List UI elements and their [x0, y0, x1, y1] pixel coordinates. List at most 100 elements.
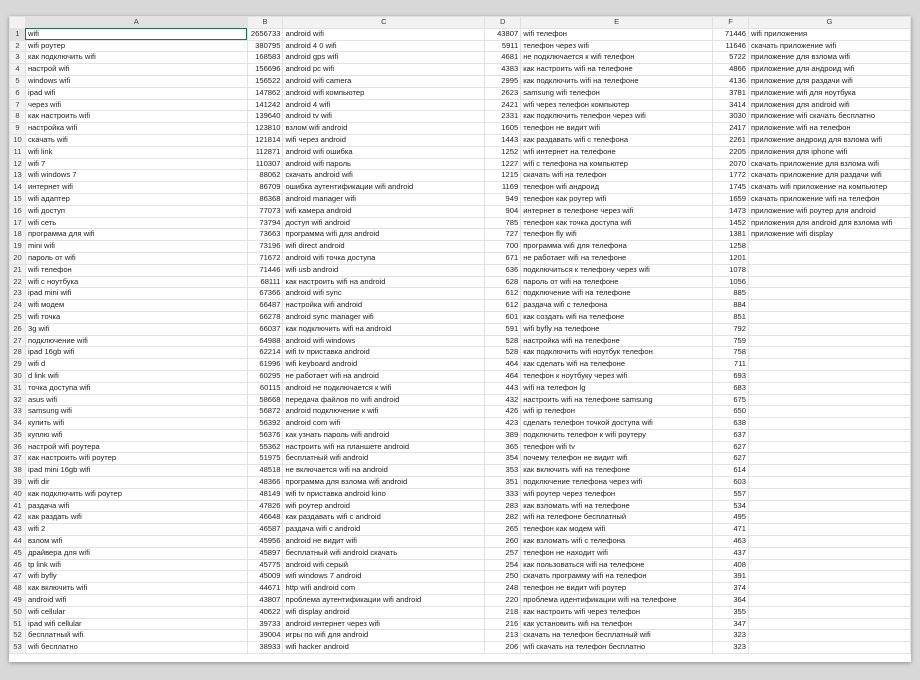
cell-a[interactable]: куплю wifi [24, 428, 248, 442]
cell-g[interactable] [748, 428, 911, 442]
cell-f[interactable]: 1201 [712, 251, 749, 265]
cell-c[interactable]: android wifi точка доступа [282, 251, 486, 265]
cell-d[interactable]: 727 [484, 228, 522, 242]
cell-a[interactable]: как настроить wifi роутер [24, 452, 248, 466]
cell-a[interactable]: wifi windows 7 [24, 169, 248, 183]
cell-g[interactable] [748, 263, 911, 277]
cell-c[interactable]: раздача wifi с android [282, 523, 486, 537]
column-header-e[interactable]: E [520, 16, 714, 29]
cell-d[interactable]: 591 [484, 322, 522, 336]
cell-e[interactable]: настройка wifi на телефоне [520, 334, 714, 348]
cell-b[interactable]: 66278 [246, 310, 284, 324]
cell-e[interactable]: как создать wifi на телефоне [520, 310, 714, 324]
row-number[interactable]: 6 [9, 86, 26, 100]
row-number[interactable]: 12 [9, 157, 26, 171]
cell-a[interactable]: ipad wifi [24, 86, 248, 100]
row-number[interactable]: 18 [9, 228, 26, 242]
cell-e[interactable]: wifi byfly на телефоне [520, 322, 714, 336]
cell-d[interactable]: 351 [484, 476, 522, 489]
cell-a[interactable]: wifi 2 [24, 523, 248, 537]
cell-f[interactable]: 463 [712, 535, 749, 548]
cell-d[interactable]: 2623 [484, 86, 522, 100]
cell-b[interactable]: 48149 [246, 487, 284, 501]
cell-a[interactable]: wifi сеть [24, 216, 248, 230]
cell-g[interactable]: скачать приложение для раздачи wifi [748, 169, 911, 183]
cell-g[interactable] [748, 358, 911, 371]
cell-b[interactable]: 46587 [246, 523, 284, 537]
cell-b[interactable]: 121814 [246, 133, 284, 147]
row-number[interactable]: 32 [9, 393, 26, 407]
row-number[interactable]: 42 [9, 511, 26, 525]
cell-e[interactable]: wifi через телефон компьютер [520, 98, 714, 112]
row-number[interactable]: 10 [9, 133, 26, 147]
cell-b[interactable]: 141242 [246, 98, 284, 112]
cell-c[interactable]: android wifi компьютер [282, 86, 486, 100]
cell-d[interactable]: 254 [484, 558, 522, 572]
cell-a[interactable]: взлом wifi [24, 535, 248, 548]
cell-g[interactable] [748, 405, 911, 419]
cell-a[interactable]: ipad wifi cellular [24, 617, 248, 631]
row-number[interactable]: 13 [9, 169, 26, 183]
row-number[interactable]: 25 [9, 310, 26, 324]
cell-a[interactable]: пароль от wifi [24, 251, 248, 265]
cell-b[interactable]: 73794 [246, 216, 284, 230]
cell-f[interactable]: 323 [712, 641, 749, 655]
select-all-corner[interactable] [9, 16, 26, 29]
cell-b[interactable]: 48518 [246, 464, 284, 478]
cell-a[interactable]: wifi роутер [24, 39, 248, 53]
cell-e[interactable]: подключение wifi на телефоне [520, 287, 714, 301]
cell-g[interactable] [748, 499, 911, 513]
cell-c[interactable]: скачать android wifi [282, 169, 486, 183]
cell-g[interactable] [748, 299, 911, 312]
cell-d[interactable]: 2331 [484, 110, 522, 124]
cell-d[interactable]: 1169 [484, 181, 522, 194]
cell-g[interactable] [748, 582, 911, 596]
cell-f[interactable]: 11646 [712, 39, 749, 53]
cell-a[interactable]: windows wifi [24, 74, 248, 88]
row-number[interactable]: 3 [9, 51, 26, 65]
row-number[interactable]: 28 [9, 346, 26, 360]
cell-f[interactable]: 1772 [712, 169, 749, 183]
cell-b[interactable]: 156522 [246, 74, 284, 88]
cell-g[interactable] [748, 535, 911, 548]
cell-b[interactable]: 88062 [246, 169, 284, 183]
cell-g[interactable] [748, 511, 911, 525]
cell-f[interactable]: 851 [712, 310, 749, 324]
cell-d[interactable]: 5911 [484, 39, 522, 53]
cell-c[interactable]: ошибка аутентификации wifi android [282, 181, 486, 194]
cell-b[interactable]: 38933 [246, 641, 284, 655]
column-header-f[interactable]: F [712, 16, 749, 29]
cell-g[interactable] [748, 310, 911, 324]
cell-b[interactable]: 110307 [246, 157, 284, 171]
cell-a[interactable]: android wifi [24, 594, 248, 607]
cell-b[interactable]: 47826 [246, 499, 284, 513]
row-number[interactable]: 27 [9, 334, 26, 348]
cell-e[interactable]: как подключить wifi на телефоне [520, 74, 714, 88]
cell-b[interactable]: 2656733 [246, 27, 284, 41]
cell-f[interactable]: 614 [712, 464, 749, 478]
cell-a[interactable]: настрой wifi [24, 63, 248, 76]
cell-c[interactable]: wifi usb android [282, 263, 486, 277]
row-number[interactable]: 53 [9, 641, 26, 655]
cell-g[interactable] [748, 464, 911, 478]
cell-f[interactable]: 711 [712, 358, 749, 371]
cell-a[interactable]: wifi телефон [24, 263, 248, 277]
cell-f[interactable]: 1381 [712, 228, 749, 242]
cell-g[interactable]: приложение wifi display [748, 228, 911, 242]
cell-b[interactable]: 71446 [246, 263, 284, 277]
cell-a[interactable]: wifi модем [24, 299, 248, 312]
cell-g[interactable] [748, 476, 911, 489]
cell-e[interactable]: как взломать wifi с телефона [520, 535, 714, 548]
cell-e[interactable]: wifi скачать на телефон бесплатно [520, 641, 714, 655]
row-number[interactable]: 8 [9, 110, 26, 124]
cell-d[interactable]: 218 [484, 605, 522, 619]
cell-d[interactable]: 250 [484, 570, 522, 584]
cell-g[interactable] [748, 523, 911, 537]
cell-a[interactable]: настрой wifi роутера [24, 440, 248, 454]
row-number[interactable]: 4 [9, 63, 26, 76]
cell-f[interactable]: 391 [712, 570, 749, 584]
cell-c[interactable]: wifi direct android [282, 240, 486, 253]
cell-b[interactable]: 45897 [246, 546, 284, 560]
cell-c[interactable]: программа wifi для android [282, 228, 486, 242]
cell-c[interactable]: android не подключается к wifi [282, 381, 486, 395]
